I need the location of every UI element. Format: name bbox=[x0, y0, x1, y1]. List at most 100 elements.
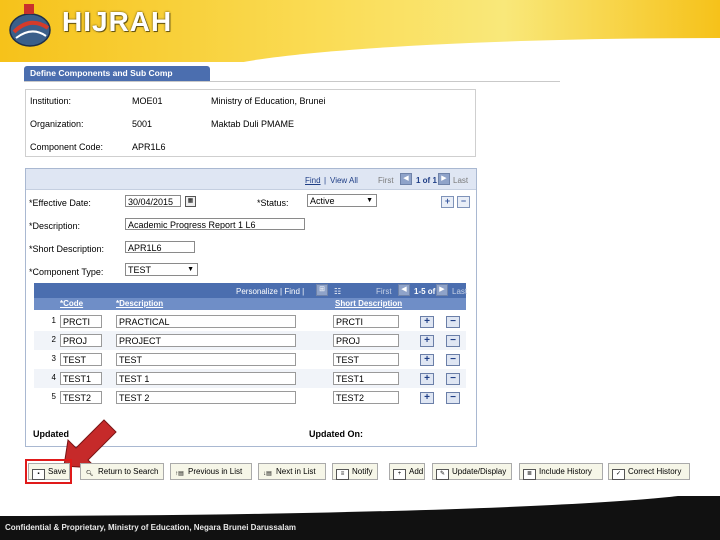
description-column-header[interactable]: *Description bbox=[116, 299, 163, 308]
view-all-grid-icon[interactable]: ⊞ bbox=[316, 284, 328, 296]
component-type-select[interactable]: TEST ▼ bbox=[125, 263, 198, 276]
row-number: 1 bbox=[51, 316, 56, 325]
next-in-list-button[interactable]: ↓▤ Next in List bbox=[258, 463, 326, 480]
first-label: First bbox=[378, 176, 394, 185]
effective-date-input[interactable]: 30/04/2015 bbox=[125, 195, 181, 207]
delete-row-icon[interactable]: − bbox=[446, 354, 460, 366]
personalize-find-links[interactable]: Personalize | Find | bbox=[236, 287, 304, 296]
short-description-input[interactable]: TEST1 bbox=[333, 372, 399, 385]
status-select[interactable]: Active ▼ bbox=[307, 194, 377, 207]
navigation-bar: Find | View All First ◀ 1 of 1 ▶ Last bbox=[26, 169, 476, 190]
updated-on-label: Updated On: bbox=[309, 429, 363, 439]
add-row-icon[interactable]: + bbox=[420, 316, 434, 328]
save-button[interactable]: ▪ Save bbox=[28, 463, 70, 480]
short-description-input[interactable]: APR1L6 bbox=[125, 241, 195, 253]
row-number: 4 bbox=[51, 373, 56, 382]
last-label: Last bbox=[453, 176, 469, 185]
grid-toolbar: Personalize | Find | ⊞ ☷ First ◀ 1-5 of … bbox=[34, 283, 468, 298]
dropdown-arrow-icon: ▼ bbox=[187, 266, 194, 273]
code-column-header[interactable]: *Code bbox=[60, 299, 83, 308]
short-description-column-header[interactable]: Short Description bbox=[335, 299, 402, 308]
next-arrow-icon[interactable]: ▶ bbox=[438, 173, 450, 185]
save-icon: ▪ bbox=[32, 469, 45, 480]
delete-row-icon[interactable]: − bbox=[446, 373, 460, 385]
notify-icon: ≡ bbox=[336, 469, 349, 480]
description-label: *Description: bbox=[29, 221, 81, 231]
previous-in-list-label: Previous in List bbox=[188, 467, 243, 476]
add-row-icon[interactable]: + bbox=[441, 196, 454, 208]
previous-in-list-button[interactable]: ↑▤ Previous in List bbox=[170, 463, 252, 480]
description-input[interactable]: TEST bbox=[116, 353, 296, 366]
history-icon: ≣ bbox=[523, 469, 536, 480]
component-type-label: *Component Type: bbox=[29, 267, 104, 277]
description-input[interactable]: TEST 1 bbox=[116, 372, 296, 385]
grid-first-label: First bbox=[376, 287, 392, 296]
organization-desc: Maktab Duli PMAME bbox=[211, 119, 295, 129]
update-display-button[interactable]: ✎ Update/Display bbox=[432, 463, 512, 480]
calendar-icon[interactable]: ▦ bbox=[185, 196, 196, 207]
correct-history-button[interactable]: ✓ Correct History bbox=[608, 463, 690, 480]
tab-divider bbox=[24, 81, 560, 82]
organization-value: 5001 bbox=[132, 119, 153, 129]
code-input[interactable]: TEST bbox=[60, 353, 102, 366]
update-icon: ✎ bbox=[436, 469, 449, 480]
next-in-list-label: Next in List bbox=[276, 467, 316, 476]
short-description-input[interactable]: TEST2 bbox=[333, 391, 399, 404]
correct-icon: ✓ bbox=[612, 469, 625, 480]
short-description-label: *Short Description: bbox=[29, 244, 105, 254]
grid-header-row: *Code *Description Short Description bbox=[34, 298, 466, 310]
return-to-search-button[interactable]: 🔍︎ Return to Search bbox=[80, 463, 164, 480]
table-row: 4 TEST1 TEST 1 TEST1 + − bbox=[34, 369, 466, 388]
page-tab[interactable]: Define Components and Sub Comp bbox=[24, 66, 210, 81]
status-label: *Status: bbox=[257, 198, 289, 208]
add-label: Add bbox=[409, 467, 424, 476]
save-label: Save bbox=[48, 467, 67, 476]
delete-row-icon[interactable]: − bbox=[446, 316, 460, 328]
notify-button[interactable]: ≡ Notify bbox=[332, 463, 378, 480]
return-to-search-label: Return to Search bbox=[98, 467, 159, 476]
include-history-button[interactable]: ≣ Include History bbox=[519, 463, 603, 480]
add-button[interactable]: + Add bbox=[389, 463, 425, 480]
code-input[interactable]: PRCTI bbox=[60, 315, 102, 328]
up-arrow-icon: ↑▤ bbox=[175, 471, 184, 477]
code-input[interactable]: PROJ bbox=[60, 334, 102, 347]
delete-row-icon[interactable]: − bbox=[446, 335, 460, 347]
globe-logo-icon bbox=[9, 4, 51, 47]
previous-arrow-icon[interactable]: ◀ bbox=[400, 173, 412, 185]
add-row-icon[interactable]: + bbox=[420, 335, 434, 347]
delete-row-icon[interactable]: − bbox=[457, 196, 470, 208]
find-link[interactable]: Find bbox=[305, 176, 321, 185]
update-display-label: Update/Display bbox=[452, 467, 507, 476]
grid-last-label: Last bbox=[452, 287, 468, 296]
component-type-value: TEST bbox=[128, 265, 152, 275]
code-input[interactable]: TEST2 bbox=[60, 391, 102, 404]
short-description-input[interactable]: PROJ bbox=[333, 334, 399, 347]
code-input[interactable]: TEST1 bbox=[60, 372, 102, 385]
component-code-value: APR1L6 bbox=[132, 142, 166, 152]
status-value: Active bbox=[310, 196, 335, 206]
description-input[interactable]: PROJECT bbox=[116, 334, 296, 347]
table-row: 5 TEST2 TEST 2 TEST2 + − bbox=[34, 388, 466, 407]
add-row-icon[interactable]: + bbox=[420, 354, 434, 366]
footer-text: Confidential & Proprietary, Ministry of … bbox=[5, 523, 297, 532]
grid-previous-arrow-icon[interactable]: ◀ bbox=[398, 284, 410, 296]
table-row: 1 PRCTI PRACTICAL PRCTI + − bbox=[34, 312, 466, 331]
short-description-input[interactable]: PRCTI bbox=[333, 315, 399, 328]
grid-next-arrow-icon[interactable]: ▶ bbox=[436, 284, 448, 296]
view-all-link[interactable]: View All bbox=[330, 176, 358, 185]
record-count: 1 of 1 bbox=[416, 176, 437, 185]
institution-desc: Ministry of Education, Brunei bbox=[211, 96, 326, 106]
table-row: 2 PROJ PROJECT PROJ + − bbox=[34, 331, 466, 350]
add-row-icon[interactable]: + bbox=[420, 373, 434, 385]
add-row-icon[interactable]: + bbox=[420, 392, 434, 404]
description-input[interactable]: TEST 2 bbox=[116, 391, 296, 404]
effective-date-label: *Effective Date: bbox=[29, 198, 91, 208]
short-description-input[interactable]: TEST bbox=[333, 353, 399, 366]
description-input[interactable]: Academic Progress Report 1 L6 bbox=[125, 218, 305, 230]
description-input[interactable]: PRACTICAL bbox=[116, 315, 296, 328]
sub-components-grid: Personalize | Find | ⊞ ☷ First ◀ 1-5 of … bbox=[34, 283, 468, 407]
delete-row-icon[interactable]: − bbox=[446, 392, 460, 404]
dropdown-arrow-icon: ▼ bbox=[366, 197, 373, 204]
hijrah-logo: HIJRAH bbox=[4, 2, 171, 52]
download-icon[interactable]: ☷ bbox=[334, 287, 341, 296]
